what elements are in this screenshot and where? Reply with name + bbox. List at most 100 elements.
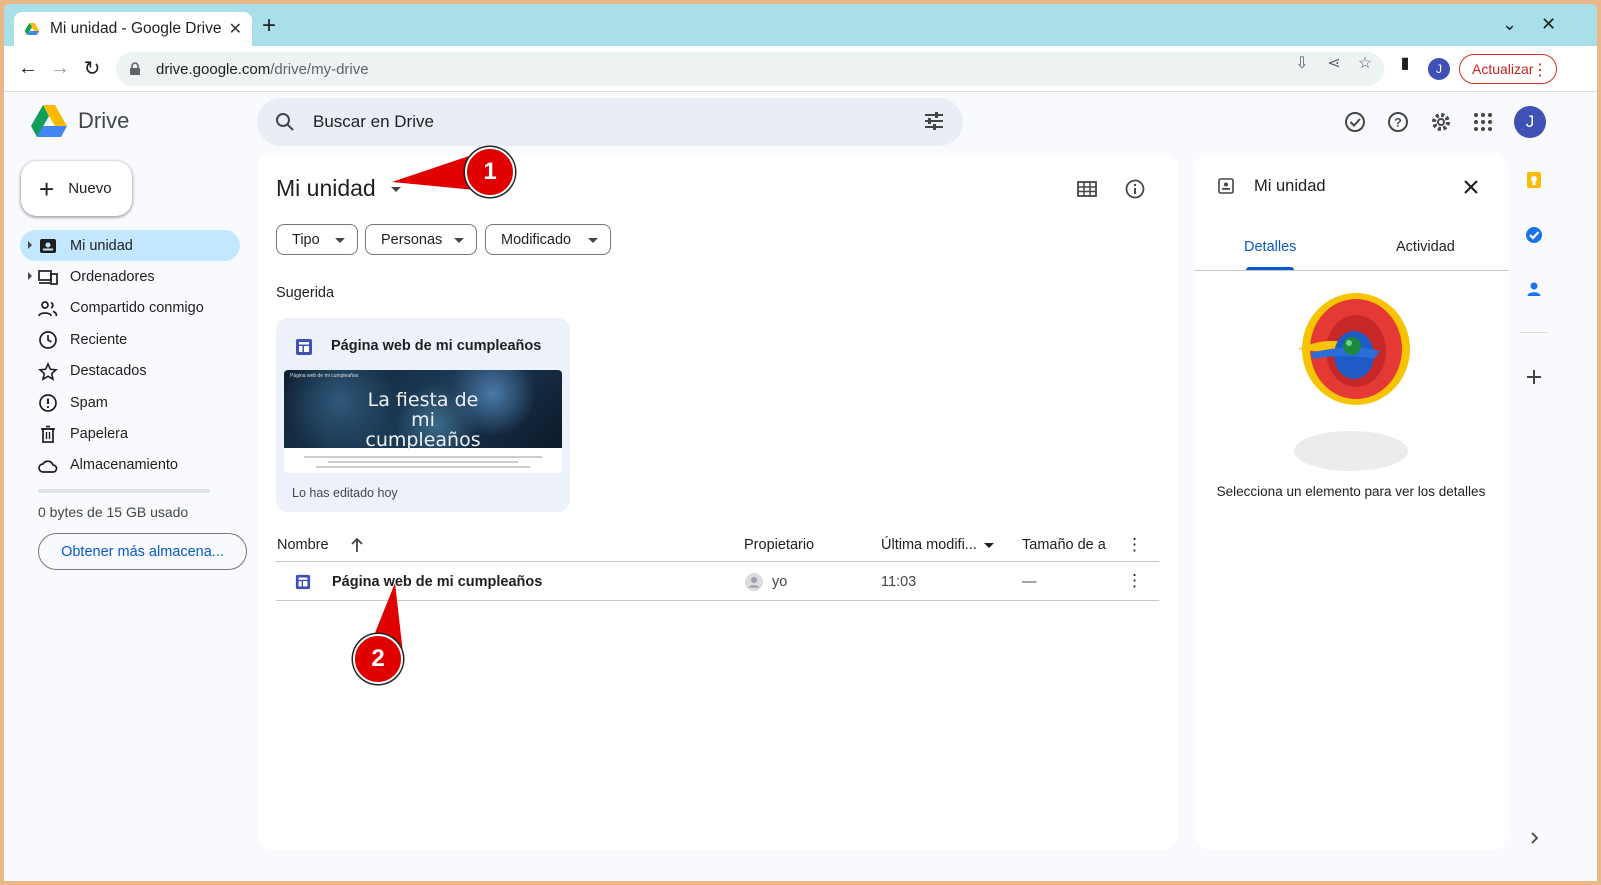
search-bar[interactable]: Buscar en Drive	[257, 98, 963, 146]
filter-label: Tipo	[292, 231, 320, 248]
filter-type-chip[interactable]: Tipo	[276, 224, 358, 255]
browser-window: Mi unidad - Google Drive ✕ + ⌄ ✕ ← → ↻ d…	[4, 4, 1597, 881]
tab-search-chevron-icon[interactable]: ⌄	[1502, 14, 1517, 35]
reload-icon[interactable]: ↻	[80, 56, 104, 80]
apps-grid-icon[interactable]	[1471, 110, 1495, 134]
add-addon-icon[interactable]	[1524, 367, 1544, 387]
update-button[interactable]: Actualizar ⋮	[1459, 54, 1557, 84]
main-content: Mi unidad Tipo Personas Modificado Suger…	[257, 147, 1178, 850]
forward-icon[interactable]: →	[48, 56, 72, 80]
row-more-actions-icon[interactable]: ⋮	[1126, 571, 1143, 591]
tab-close-icon[interactable]: ✕	[229, 19, 242, 39]
install-app-icon[interactable]: ⇩	[1293, 55, 1311, 73]
empty-details-message: Selecciona un elemento para ver los deta…	[1216, 484, 1486, 499]
bookmark-star-icon[interactable]: ☆	[1356, 55, 1374, 73]
file-thumbnail: Página web de mi cumpleaños La fiesta de…	[284, 370, 562, 473]
side-panel-icon[interactable]: ▮	[1396, 55, 1414, 73]
sidebar-item-starred[interactable]: Destacados	[20, 356, 240, 387]
address-bar[interactable]: drive.google.com/drive/my-drive	[116, 52, 1384, 86]
trash-icon	[41, 425, 55, 444]
keep-icon[interactable]	[1524, 170, 1544, 190]
drive-favicon-icon	[24, 23, 40, 35]
drive-app: Drive Buscar en Drive ? J + Nuevo Mi uni…	[4, 92, 1597, 881]
filter-people-chip[interactable]: Personas	[365, 224, 477, 255]
expand-caret-icon[interactable]	[28, 272, 32, 281]
browser-toolbar: ← → ↻ drive.google.com/drive/my-drive ⇩ …	[4, 46, 1597, 92]
empty-state-illustration	[1298, 293, 1410, 405]
help-icon[interactable]: ?	[1386, 110, 1410, 134]
illustration-shadow	[1294, 431, 1408, 471]
search-input[interactable]: Buscar en Drive	[313, 112, 434, 132]
computers-icon	[38, 270, 58, 286]
contacts-icon[interactable]	[1524, 279, 1544, 299]
new-button[interactable]: + Nuevo	[21, 161, 132, 216]
settings-gear-icon[interactable]	[1429, 110, 1453, 134]
tasks-icon[interactable]	[1524, 225, 1544, 245]
file-owner: yo	[772, 574, 788, 590]
filter-label: Personas	[381, 231, 443, 248]
sidebar-item-shared[interactable]: Compartido conmigo	[20, 293, 240, 324]
sidebar-item-recent[interactable]: Reciente	[20, 324, 240, 355]
card-footer: Lo has editado hoy	[292, 486, 398, 500]
get-more-storage-button[interactable]: Obtener más almacena...	[38, 533, 247, 570]
shared-people-icon	[38, 300, 58, 317]
thumbnail-small-title: Página web de mi cumpleaños	[290, 373, 359, 379]
filter-modified-chip[interactable]: Modificado	[485, 224, 611, 255]
col-owner-header[interactable]: Propietario	[744, 537, 814, 553]
sidebar-item-label: Papelera	[70, 426, 129, 443]
file-table-header: Nombre Propietario Última modifi... Tama…	[276, 528, 1159, 562]
info-icon[interactable]	[1124, 178, 1146, 200]
sidebar-item-my-drive[interactable]: Mi unidad	[20, 230, 240, 262]
sort-ascending-icon[interactable]	[350, 537, 364, 553]
drive-brand: Drive	[78, 108, 130, 133]
thumbnail-text-lines	[304, 456, 542, 471]
spam-alert-icon	[39, 394, 57, 412]
sidebar-item-storage[interactable]: Almacenamiento	[20, 450, 240, 481]
expand-caret-icon[interactable]	[28, 241, 32, 249]
drive-logo[interactable]: Drive	[30, 104, 129, 138]
thumbnail-headline: La fiesta de mi cumpleaños	[365, 389, 481, 451]
browser-profile-avatar[interactable]: J	[1428, 58, 1450, 80]
browser-tab[interactable]: Mi unidad - Google Drive ✕	[14, 12, 252, 46]
col-modified-header[interactable]: Última modifi...	[881, 537, 977, 553]
col-name-header[interactable]: Nombre	[277, 537, 329, 553]
sidebar-nav: Mi unidad Ordenadores Compartido conmigo	[20, 230, 240, 481]
sidebar-item-label: Destacados	[70, 363, 147, 380]
search-icon[interactable]	[275, 112, 295, 132]
suggested-heading: Sugerida	[276, 285, 335, 301]
page-title[interactable]: Mi unidad	[276, 175, 376, 202]
sidebar-item-spam[interactable]: Spam	[20, 387, 240, 418]
new-tab-icon[interactable]: +	[262, 14, 276, 38]
clock-icon	[39, 331, 57, 350]
close-icon[interactable]	[1461, 177, 1481, 197]
drive-logo-icon	[31, 105, 67, 137]
dropdown-arrow-icon	[454, 238, 464, 243]
column-options-icon[interactable]: ⋮	[1126, 535, 1143, 555]
sidebar-item-computers[interactable]: Ordenadores	[20, 261, 240, 292]
sidebar-item-label: Spam	[70, 394, 108, 411]
suggested-file-card[interactable]: Página web de mi cumpleaños Página web d…	[276, 318, 570, 512]
card-title: Página web de mi cumpleaños	[331, 338, 542, 354]
col-size-header[interactable]: Tamaño de a	[1022, 537, 1106, 553]
sidebar-item-trash[interactable]: Papelera	[20, 418, 240, 449]
url-host: drive.google.com	[156, 60, 271, 78]
search-options-icon[interactable]	[923, 110, 945, 132]
dropdown-arrow-icon	[335, 238, 345, 243]
expand-side-panel-icon[interactable]	[1524, 828, 1544, 848]
tab-activity[interactable]: Actividad	[1396, 239, 1455, 255]
tab-details[interactable]: Detalles	[1244, 239, 1296, 255]
dropdown-arrow-icon	[588, 238, 598, 243]
plus-icon: +	[39, 173, 55, 204]
back-icon[interactable]: ←	[16, 56, 40, 80]
offline-ready-icon[interactable]	[1343, 110, 1367, 134]
new-label: Nuevo	[68, 180, 112, 197]
modified-sort-arrow-icon[interactable]	[984, 543, 994, 548]
side-strip-divider	[1520, 332, 1548, 333]
share-icon[interactable]: ⋖	[1325, 55, 1343, 73]
grid-view-icon[interactable]	[1076, 178, 1098, 200]
browser-menu-icon[interactable]: ⋮	[1532, 60, 1548, 80]
url-text: drive.google.com/drive/my-drive	[156, 61, 369, 78]
window-close-icon[interactable]: ✕	[1541, 14, 1556, 35]
account-avatar[interactable]: J	[1514, 106, 1546, 138]
svg-text:?: ?	[1394, 116, 1401, 130]
